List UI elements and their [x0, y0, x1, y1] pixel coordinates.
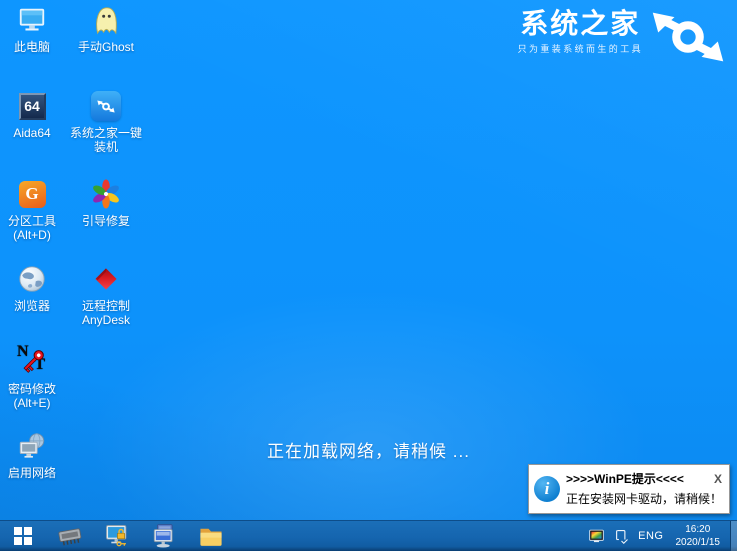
- info-icon: i: [533, 475, 560, 502]
- show-desktop-button[interactable]: [730, 521, 737, 551]
- start-button[interactable]: [0, 521, 46, 551]
- balloon-body: 正在安装网卡驱动，请稍候！: [565, 492, 722, 506]
- diskgenius-icon: G: [16, 178, 48, 210]
- taskbar: ENG 16:20 2020/1/15: [0, 520, 737, 551]
- pinwheel-icon: [90, 178, 122, 210]
- desktop-icon-browser[interactable]: 浏览器: [0, 263, 64, 313]
- desktop-icon-anydesk[interactable]: 远程控制 AnyDesk: [66, 263, 146, 328]
- icon-label: 浏览器: [13, 299, 50, 313]
- icon-label: 手动Ghost: [77, 40, 135, 54]
- aida64-badge: 64: [18, 92, 46, 120]
- desktop-icon-boot-repair[interactable]: 引导修复: [66, 178, 146, 228]
- tray-usb-button[interactable]: [614, 528, 629, 545]
- syshome-swirl-icon: [90, 90, 122, 122]
- balloon-title: >>>>WinPE提示<<<<: [565, 472, 684, 486]
- clock-date: 2020/1/15: [675, 537, 721, 548]
- winpe-desktop: 此电脑 手动Ghost 64 Aida64 系统之家一键 装机 G 分区工具 (…: [0, 0, 737, 551]
- nt-password-key-icon: N T: [16, 343, 48, 378]
- clock-time: 16:20: [685, 523, 711, 535]
- icon-label: 启用网络: [7, 466, 56, 480]
- brand-swirl-icon: [652, 12, 724, 62]
- tray-display-button[interactable]: [588, 528, 605, 545]
- brand-subtitle: 只为重装系统而生的工具: [517, 44, 643, 55]
- globe-icon: [16, 263, 48, 295]
- ram-chip-icon: [57, 528, 81, 546]
- diskgenius-badge: G: [18, 180, 46, 208]
- taskbar-file-explorer-button[interactable]: [187, 521, 234, 551]
- monitor-lock-icon: [105, 525, 126, 547]
- desktop-icon-password-reset[interactable]: N T 密码修改 (Alt+E): [0, 343, 64, 411]
- brand-title: 系统之家: [520, 8, 641, 39]
- brand-logo: 系统之家 只为重装系统而生的工具: [518, 8, 729, 65]
- icon-label: 分区工具 (Alt+D): [7, 214, 56, 243]
- taskbar-ram-tool-button[interactable]: [46, 521, 93, 551]
- icon-label: Aida64: [13, 126, 51, 140]
- close-icon[interactable]: X: [714, 473, 722, 485]
- this-pc-icon: [16, 4, 48, 36]
- desktop-icon-this-pc[interactable]: 此电脑: [0, 4, 64, 54]
- anydesk-diamond-icon: [90, 263, 122, 295]
- language-indicator[interactable]: ENG: [638, 530, 663, 542]
- ghost-icon: [90, 4, 122, 36]
- clock[interactable]: 16:20 2020/1/15: [676, 523, 721, 550]
- system-tray: ENG 16:20 2020/1/15: [588, 521, 737, 551]
- desktop-icon-aida64[interactable]: 64 Aida64: [0, 90, 64, 140]
- windows-logo-icon: [14, 527, 32, 545]
- notification-balloon: i >>>>WinPE提示<<<< X 正在安装网卡驱动，请稍候！: [527, 464, 730, 514]
- loading-status-text: 正在加载网络，请稍候 ...: [267, 442, 470, 461]
- desktop-icon-manual-ghost[interactable]: 手动Ghost: [66, 4, 146, 54]
- desktop-icon-syshome-installer[interactable]: 系统之家一键 装机: [66, 90, 146, 155]
- icon-label: 远程控制 AnyDesk: [81, 299, 131, 328]
- taskbar-remote-computer-button[interactable]: [140, 521, 187, 551]
- icon-label: 引导修复: [81, 214, 130, 228]
- desktop-icon-partition-tool[interactable]: G 分区工具 (Alt+D): [0, 178, 64, 243]
- icon-label: 密码修改 (Alt+E): [7, 382, 56, 411]
- folder-icon: [199, 528, 222, 546]
- computer-icon: [153, 524, 173, 548]
- usb-eject-icon: [616, 529, 629, 544]
- taskbar-lock-screen-button[interactable]: [93, 521, 140, 551]
- icon-label: 系统之家一键 装机: [69, 126, 142, 155]
- icon-label: 此电脑: [13, 40, 50, 54]
- display-settings-icon: [589, 529, 604, 542]
- aida64-icon: 64: [16, 90, 48, 122]
